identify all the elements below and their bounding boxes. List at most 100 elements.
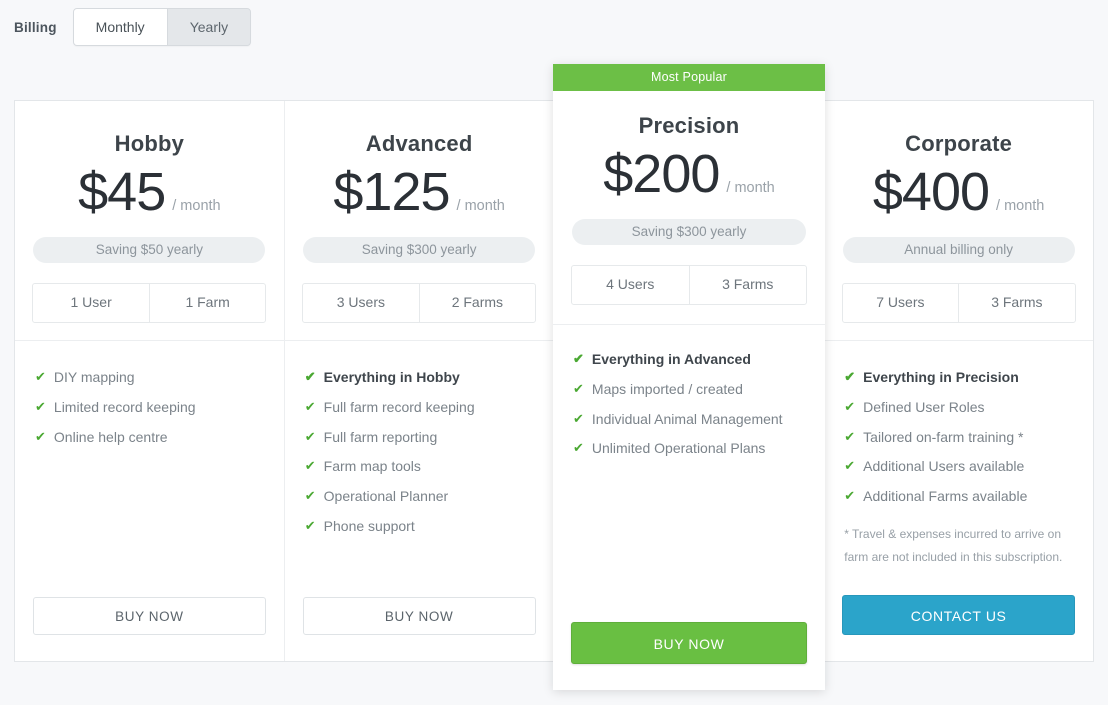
plan-billing-note: Saving $300 yearly (572, 219, 806, 245)
feature-label: Limited record keeping (53, 398, 196, 415)
feature-item: ✔ Individual Animal Management (573, 411, 805, 428)
check-icon: ✔ (35, 369, 46, 384)
check-icon: ✔ (35, 398, 46, 414)
billing-option-yearly[interactable]: Yearly (167, 9, 251, 45)
plan-price-period: / month (996, 198, 1045, 214)
plan-price: $200 (603, 144, 720, 204)
feature-item: ✔ Tailored on-farm training * (844, 429, 1073, 446)
plan-features: ✔ DIY mapping ✔ Limited record keeping ✔ Onli… (15, 341, 284, 597)
feature-item: ✔ Full farm reporting (305, 429, 534, 446)
billing-option-monthly[interactable]: Monthly (73, 9, 167, 45)
check-icon: ✔ (844, 398, 856, 414)
plan-farms-count: 2 Farms (418, 284, 536, 322)
feature-label: Full farm record keeping (323, 398, 475, 415)
plan-farms-count: 3 Farms (958, 284, 1075, 322)
check-icon: ✔ (304, 458, 316, 474)
plan-footer: BUY NOW (285, 597, 554, 661)
plan-card-advanced: Advanced $125 / month Saving $300 yearly 3 U… (284, 101, 555, 661)
feature-label: DIY mapping (53, 369, 135, 385)
feature-label: Everything in Hobby (323, 369, 460, 385)
plan-users-count: 1 User (70, 294, 112, 310)
plan-features: ✔ Everything in Hobby ✔ Full farm record ke… (285, 341, 554, 597)
billing-toggle-group[interactable]: Monthly Yearly (72, 8, 252, 46)
check-icon: ✔ (573, 351, 584, 366)
price-row: $45 / month (15, 165, 284, 219)
plan-name: Advanced (365, 131, 473, 156)
check-icon: ✔ (304, 398, 316, 414)
plan-header: Advanced $125 / month Saving $300 yearly 3 U… (284, 101, 554, 341)
plan-price-period: / month (172, 198, 221, 214)
plan-header: Corporate $400 / month Annual billing only 7… (824, 101, 1093, 341)
price-row: $125 / month (285, 165, 554, 219)
feature-item: ✔ Additional Farms available (844, 488, 1073, 505)
check-icon: ✔ (573, 410, 584, 426)
plan-name: Precision (638, 113, 740, 138)
billing-label: Billing (14, 19, 57, 35)
check-icon: ✔ (844, 428, 856, 444)
plan-card-precision: Most Popular Precision $200 / month Saving $… (553, 64, 825, 690)
feature-label: Everything in Advanced (591, 351, 751, 367)
plan-features: ✔ Everything in Precision ✔ Defined User Ro… (824, 341, 1093, 595)
feature-item: ✔ Full farm record keeping (305, 399, 534, 416)
feature-label: Online help centre (53, 428, 168, 445)
price-row: $200 / month (553, 147, 825, 201)
check-icon: ✔ (844, 369, 856, 384)
buy-now-button[interactable]: BUY NOW (302, 597, 536, 635)
plan-card-hobby: Hobby $45/ month Saving $50 yearly 1 User 1 … (15, 101, 285, 661)
plan-footnote: * Travel & expenses incurred to arrive o… (844, 526, 1063, 564)
feature-item: ✔ Limited record keeping (35, 399, 264, 416)
feature-item: ✔ Everything in Hobby (305, 369, 534, 386)
feature-label: Operational Planner (323, 488, 449, 505)
plan-users-count: 7 Users (876, 294, 925, 310)
plan-billing-note: Annual billing only (842, 237, 1075, 263)
contact-us-button[interactable]: CONTACT US (842, 595, 1075, 635)
feature-item: ✔ Additional Users available (844, 458, 1073, 475)
feature-label: Phone support (323, 517, 415, 534)
check-icon: ✔ (304, 369, 316, 384)
price-row: $400 / month (824, 165, 1093, 219)
check-icon: ✔ (304, 517, 316, 533)
buy-now-button[interactable]: BUY NOW (33, 597, 266, 635)
plan-footer: BUY NOW (553, 622, 825, 690)
check-icon: ✔ (304, 488, 316, 504)
check-icon: ✔ (844, 458, 856, 474)
buy-now-button[interactable]: BUY NOW (571, 622, 807, 664)
feature-item: ✔ Defined User Roles (844, 399, 1073, 416)
plan-billing-note: Saving $50 yearly (33, 237, 266, 263)
feature-item: ✔ Everything in Precision (844, 369, 1073, 386)
plan-price-period: / month (456, 198, 505, 214)
plan-card-corporate: Corporate $400 / month Annual billing only 7… (824, 101, 1093, 661)
feature-item: ✔ Unlimited Operational Plans (573, 440, 805, 457)
plan-footer: BUY NOW (15, 597, 284, 661)
feature-label: Unlimited Operational Plans (591, 440, 766, 457)
plan-name: Hobby (114, 131, 185, 156)
feature-label: Full farm reporting (323, 428, 438, 445)
plan-users-count: 4 Users (606, 276, 655, 292)
feature-item: ✔ Operational Planner (305, 488, 534, 505)
plan-farms-count: 1 Farm (148, 284, 266, 322)
feature-label: Everything in Precision (863, 369, 1019, 385)
plan-footer: CONTACT US (824, 595, 1093, 661)
feature-item: ✔ Online help centre (35, 429, 264, 446)
check-icon: ✔ (573, 380, 584, 396)
check-icon: ✔ (844, 488, 856, 504)
feature-item: ✔ Farm map tools (305, 458, 534, 475)
check-icon: ✔ (35, 428, 46, 444)
feature-item: ✔ Phone support (305, 518, 534, 535)
plan-users-count: 3 Users (336, 294, 385, 310)
plan-price-period: / month (726, 180, 775, 196)
check-icon: ✔ (573, 440, 584, 456)
plan-farms-count: 3 Farms (688, 266, 807, 304)
feature-label: Tailored on-farm training * (863, 428, 1024, 445)
plan-price: $125 (333, 162, 450, 222)
feature-label: Maps imported / created (591, 380, 743, 397)
plan-billing-note: Saving $300 yearly (303, 237, 536, 263)
plan-features: ✔ Everything in Advanced ✔ Maps imported / … (553, 325, 825, 622)
feature-item: ✔ Maps imported / created (573, 381, 805, 398)
plan-limits: 4 Users 3 Farms (571, 265, 807, 305)
check-icon: ✔ (304, 428, 316, 444)
billing-bar: Billing Monthly Yearly (14, 8, 252, 46)
plan-limits: 7 Users 3 Farms (841, 283, 1076, 323)
feature-label: Additional Farms available (863, 488, 1028, 505)
most-popular-badge: Most Popular (553, 64, 825, 91)
